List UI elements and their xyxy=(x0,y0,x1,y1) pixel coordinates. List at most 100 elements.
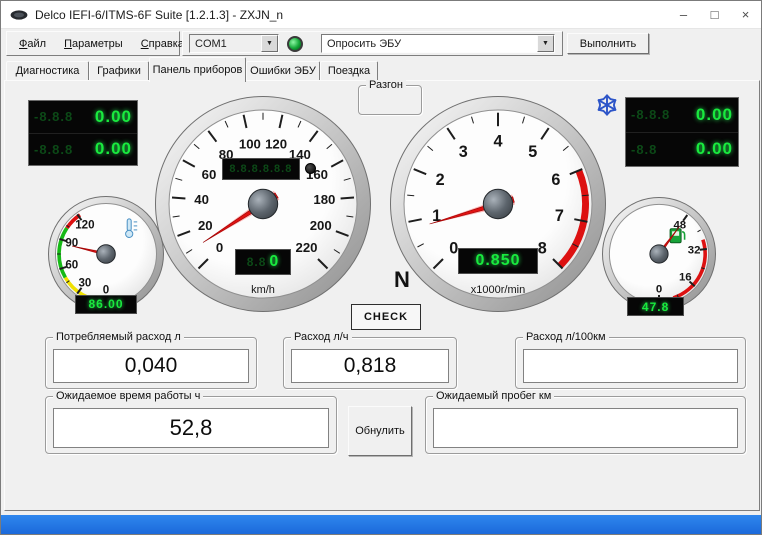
expected-range-value xyxy=(433,408,738,448)
svg-text:2: 2 xyxy=(436,171,445,189)
svg-text:20: 20 xyxy=(198,218,213,233)
speed-digital-display: 8.8 0 xyxy=(235,249,291,275)
svg-text:60: 60 xyxy=(202,167,217,182)
speedometer-gauge: 020406080100120140160180200220 8.8.8.8.8… xyxy=(155,96,371,312)
window-title: Delco IEFI-6/ITMS-6F Suite [1.2.1.3] - Z… xyxy=(35,8,283,22)
svg-text:180: 180 xyxy=(313,192,335,207)
tachometer-dial: 012345678 xyxy=(390,96,606,312)
svg-text:220: 220 xyxy=(295,240,317,255)
coolant-digital-display: 86.00 xyxy=(75,295,138,315)
fuel-gauge: 0163248 47.8 xyxy=(602,197,716,311)
fuel-dial: 0163248 xyxy=(602,197,716,311)
flow-per-100km-value xyxy=(523,349,738,383)
group-consumed-fuel: Потребляемый расход л 0,040 xyxy=(45,337,257,389)
time-remaining-value: 52,8 xyxy=(53,408,329,448)
svg-text:32: 32 xyxy=(688,244,701,256)
menu-file[interactable]: Файл xyxy=(10,37,55,51)
svg-text:40: 40 xyxy=(194,192,209,207)
led-row: -8.8.8 0.00 xyxy=(29,101,137,133)
svg-text:30: 30 xyxy=(78,277,91,290)
rpm-value: 0.850 xyxy=(475,252,520,270)
flow-per-hour-value: 0,818 xyxy=(291,349,449,383)
group-expected-range: Ожидаемый пробег км xyxy=(425,396,746,454)
led-ghost-segments: -8.8.8 xyxy=(631,107,670,122)
command-value: Опросить ЭБУ xyxy=(322,35,537,52)
led-ghost-segments: -8.8 xyxy=(631,142,657,157)
execute-button[interactable]: Выполнить xyxy=(567,33,649,54)
led-row: -8.8.8 0.00 xyxy=(626,98,738,132)
led-value: 0.00 xyxy=(696,139,733,159)
command-select[interactable]: Опросить ЭБУ ▼ xyxy=(321,34,555,53)
tab-ecu-errors[interactable]: Ошибки ЭБУ xyxy=(246,61,320,80)
speed-value: 0 xyxy=(269,253,279,271)
connection-status-led xyxy=(287,36,303,52)
led-ghost-segments: -8.8.8 xyxy=(34,142,73,157)
group-label: Ожидаемое время работы ч xyxy=(53,390,203,402)
led-row: -8.8.8 0.00 xyxy=(29,133,137,166)
com-port-select[interactable]: COM1 ▼ xyxy=(189,34,279,53)
svg-text:0: 0 xyxy=(449,239,458,257)
group-acceleration: Разгон xyxy=(358,85,422,115)
app-icon xyxy=(10,9,28,21)
snowflake-icon xyxy=(595,93,619,117)
svg-text:200: 200 xyxy=(310,218,332,233)
svg-text:5: 5 xyxy=(528,143,537,161)
group-label: Разгон xyxy=(366,79,406,91)
tachometer-gauge: 012345678 0.850 x1000r/min xyxy=(390,96,606,312)
group-label: Ожидаемый пробег км xyxy=(433,390,554,402)
menu-parameters[interactable]: Параметры xyxy=(55,37,132,51)
led-value: 0.00 xyxy=(696,105,733,125)
led-ghost-segments: -8.8.8 xyxy=(34,109,73,124)
fuel-value: 47.8 xyxy=(642,300,669,314)
taskbar-strip xyxy=(1,515,762,535)
led-ghost-segments: 8.8 xyxy=(247,255,267,269)
svg-text:4: 4 xyxy=(493,132,502,150)
tab-diagnostics[interactable]: Диагностика xyxy=(6,61,89,80)
svg-text:60: 60 xyxy=(65,259,78,272)
speed-unit-label: km/h xyxy=(155,284,371,296)
svg-text:8: 8 xyxy=(538,239,547,257)
group-label: Потребляемый расход л xyxy=(53,331,184,343)
led-row: -8.8 0.00 xyxy=(626,132,738,167)
tab-instrument-panel[interactable]: Панель приборов xyxy=(149,57,246,82)
svg-text:6: 6 xyxy=(551,171,560,189)
svg-text:0: 0 xyxy=(656,283,662,295)
reset-button[interactable]: Обнулить xyxy=(348,406,412,456)
tab-graphs[interactable]: Графики xyxy=(89,61,149,80)
svg-text:16: 16 xyxy=(679,272,692,284)
tab-trip[interactable]: Поездка xyxy=(320,61,378,80)
led-display-right: -8.8.8 0.00 -8.8 0.00 xyxy=(625,97,739,167)
led-value: 0.00 xyxy=(95,107,132,127)
group-label: Расход л/100км xyxy=(523,331,609,343)
led-display-left: -8.8.8 0.00 -8.8.8 0.00 xyxy=(28,100,138,166)
fuel-digital-display: 47.8 xyxy=(627,297,684,316)
group-time-remaining: Ожидаемое время работы ч 52,8 xyxy=(45,396,337,454)
svg-text:3: 3 xyxy=(459,143,468,161)
title-bar: Delco IEFI-6/ITMS-6F Suite [1.2.1.3] - Z… xyxy=(1,1,761,29)
rpm-digital-display: 0.850 xyxy=(458,248,538,274)
consumed-fuel-value: 0,040 xyxy=(53,349,249,383)
chevron-down-icon[interactable]: ▼ xyxy=(261,35,278,52)
svg-text:7: 7 xyxy=(555,207,564,225)
group-flow-per-100km: Расход л/100км xyxy=(515,337,746,389)
app-window: Delco IEFI-6/ITMS-6F Suite [1.2.1.3] - Z… xyxy=(0,0,762,535)
svg-text:120: 120 xyxy=(265,136,287,151)
window-controls: – □ × xyxy=(668,1,761,28)
coolant-value: 86.00 xyxy=(88,297,123,311)
group-label: Расход л/ч xyxy=(291,331,352,343)
minimize-button[interactable]: – xyxy=(668,1,699,28)
chevron-down-icon[interactable]: ▼ xyxy=(537,35,554,52)
odometer-display: 8.8.8.8.8.8 xyxy=(222,158,300,181)
trip-reset-knob[interactable] xyxy=(305,163,316,174)
led-value: 0.00 xyxy=(95,139,132,159)
close-button[interactable]: × xyxy=(730,1,761,28)
maximize-button[interactable]: □ xyxy=(699,1,730,28)
com-port-value: COM1 xyxy=(190,35,261,52)
coolant-temp-gauge: 0306090120 86.00 xyxy=(48,196,164,312)
gear-indicator: N xyxy=(385,267,419,297)
svg-text:120: 120 xyxy=(75,218,94,231)
led-ghost-segments: 8.8.8.8.8.8 xyxy=(229,163,292,175)
check-button[interactable]: CHECK xyxy=(351,304,421,330)
speedometer-dial: 020406080100120140160180200220 xyxy=(155,96,371,312)
svg-text:0: 0 xyxy=(216,240,223,255)
